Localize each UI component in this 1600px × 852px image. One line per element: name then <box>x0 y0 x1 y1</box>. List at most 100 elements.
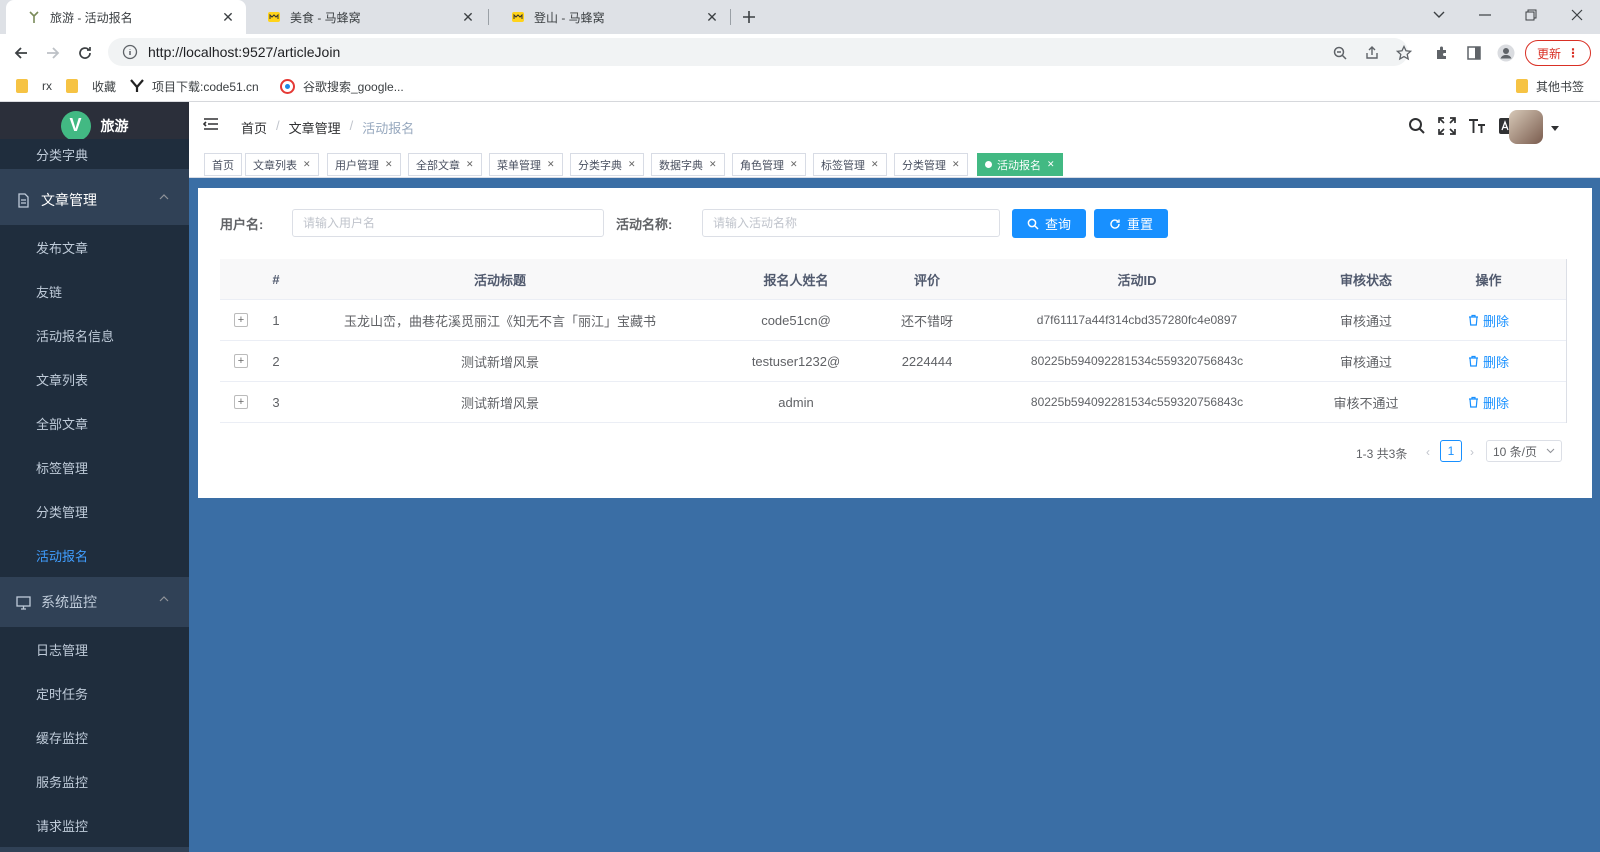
prev-page-icon[interactable]: ‹ <box>1426 445 1430 459</box>
breadcrumb-home[interactable]: 首页 <box>241 118 267 137</box>
sidebar-item-publish-article[interactable]: 发布文章 <box>0 225 189 269</box>
tag-category-management[interactable]: 分类管理 ✕ <box>894 153 968 176</box>
sidebar-item-category-management[interactable]: 分类管理 <box>0 489 189 533</box>
chevron-down-icon <box>1546 448 1555 454</box>
sidebar-item-activity-signup[interactable]: 活动报名 <box>0 533 189 577</box>
browser-tab-1[interactable]: 旅游 - 活动报名 ✕ <box>6 0 246 34</box>
share-icon[interactable] <box>1362 43 1382 63</box>
tag-close-icon[interactable]: ✕ <box>1047 159 1055 170</box>
more-menu-icon[interactable]: ⋮ <box>1567 46 1579 60</box>
col-action: 操作 <box>1475 272 1502 288</box>
search-icon[interactable] <box>1407 116 1427 136</box>
tag-close-icon[interactable]: ✕ <box>952 159 960 170</box>
tag-close-icon[interactable]: ✕ <box>466 159 474 170</box>
tag-close-icon[interactable]: ✕ <box>871 159 879 170</box>
tab-close-icon[interactable]: ✕ <box>704 9 720 25</box>
expand-row-icon[interactable]: + <box>234 354 248 368</box>
tag-menu-management[interactable]: 菜单管理 ✕ <box>489 153 563 176</box>
username-label: 用户名: <box>220 217 264 232</box>
update-button[interactable]: 更新 ⋮ <box>1525 40 1591 66</box>
tag-close-icon[interactable]: ✕ <box>547 159 555 170</box>
browser-tab-3[interactable]: 登山 - 马蜂窝 ✕ <box>490 0 730 34</box>
sidebar-item-activity-signup-info[interactable]: 活动报名信息 <box>0 313 189 357</box>
hamburger-icon[interactable] <box>203 116 219 132</box>
sidebar-item-scheduled-tasks[interactable]: 定时任务 <box>0 671 189 715</box>
bookmark-google-search[interactable]: 谷歌搜索_google... <box>280 76 404 96</box>
extensions-icon[interactable] <box>1432 43 1452 63</box>
query-button[interactable]: 查询 <box>1012 209 1086 238</box>
site-info-icon[interactable] <box>122 44 138 60</box>
delete-button[interactable]: 删除 <box>1468 311 1509 330</box>
sidebar-item-tag-management[interactable]: 标签管理 <box>0 445 189 489</box>
page-number-button[interactable]: 1 <box>1440 440 1462 462</box>
tag-all-articles[interactable]: 全部文章 ✕ <box>408 153 482 176</box>
next-page-icon[interactable]: › <box>1470 445 1474 459</box>
breadcrumb-article-management[interactable]: 文章管理 <box>289 118 341 137</box>
expand-row-icon[interactable]: + <box>234 313 248 327</box>
tags-view: 首页 文章列表 ✕ 用户管理 ✕ 全部文章 ✕ 菜单管理 ✕ 分类字典 ✕ 数据字典 ✕ 角… <box>189 150 1600 178</box>
close-window-icon[interactable] <box>1554 0 1600 30</box>
folder-icon <box>66 79 78 93</box>
sidebar-group-article[interactable]: 文章管理 <box>0 175 189 225</box>
sidebar-item-request-monitor[interactable]: 请求监控 <box>0 803 189 847</box>
tag-close-icon[interactable]: ✕ <box>628 159 636 170</box>
tag-close-icon[interactable]: ✕ <box>385 159 393 170</box>
sidebar-item-cache-monitor[interactable]: 缓存监控 <box>0 715 189 759</box>
page-size-select[interactable]: 10 条/页 <box>1486 440 1562 462</box>
username-input[interactable] <box>292 209 604 237</box>
tag-category-dict[interactable]: 分类字典 ✕ <box>570 153 644 176</box>
caret-down-icon[interactable] <box>1551 126 1559 131</box>
delete-button[interactable]: 删除 <box>1468 352 1509 371</box>
tag-home[interactable]: 首页 <box>204 153 242 176</box>
tag-close-icon[interactable]: ✕ <box>303 159 311 170</box>
tag-label: 分类字典 <box>578 159 622 172</box>
bookmark-other[interactable]: 其他书签 <box>1516 76 1584 96</box>
col-name: 报名人姓名 <box>763 272 829 288</box>
zoom-icon[interactable] <box>1330 43 1350 63</box>
new-tab-icon[interactable] <box>738 6 760 28</box>
bookmark-code51[interactable]: 项目下载:code51.cn <box>130 76 259 96</box>
forward-arrow-icon[interactable] <box>40 40 66 66</box>
tag-user-management[interactable]: 用户管理 ✕ <box>327 153 401 176</box>
tab-search-chevron-icon[interactable] <box>1416 0 1462 30</box>
reload-icon[interactable] <box>72 40 98 66</box>
bookmark-star-icon[interactable] <box>1394 43 1414 63</box>
browser-tab-2[interactable]: 美食 - 马蜂窝 ✕ <box>246 0 486 34</box>
tag-tag-management[interactable]: 标签管理 ✕ <box>813 153 887 176</box>
activity-name-input[interactable] <box>702 209 1000 237</box>
tag-activity-signup[interactable]: 活动报名 ✕ <box>977 153 1063 176</box>
tag-article-list[interactable]: 文章列表 ✕ <box>245 153 319 176</box>
tag-close-icon[interactable]: ✕ <box>790 159 798 170</box>
minimize-icon[interactable] <box>1462 0 1508 30</box>
tag-data-dict[interactable]: 数据字典 ✕ <box>651 153 725 176</box>
fullscreen-icon[interactable] <box>1437 116 1457 136</box>
sidebar-item-log-management[interactable]: 日志管理 <box>0 627 189 671</box>
back-arrow-icon[interactable] <box>8 40 34 66</box>
mafengwo-favicon-icon <box>510 9 526 25</box>
active-dot-icon <box>985 161 992 168</box>
sidebar-group-monitor[interactable]: 系统监控 <box>0 577 189 627</box>
sidebar-item-article-list[interactable]: 文章列表 <box>0 357 189 401</box>
restore-icon[interactable] <box>1508 0 1554 30</box>
sidebar-item-service-monitor[interactable]: 服务监控 <box>0 759 189 803</box>
tag-role-management[interactable]: 角色管理 ✕ <box>732 153 806 176</box>
url-text: http://localhost:9527/articleJoin <box>148 44 341 60</box>
browser-tab-bar: 旅游 - 活动报名 ✕ 美食 - 马蜂窝 ✕ 登山 - 马蜂窝 ✕ <box>0 0 1600 34</box>
reset-button[interactable]: 重置 <box>1094 209 1168 238</box>
bookmark-favorites[interactable]: 收藏 <box>66 76 116 96</box>
tab-close-icon[interactable]: ✕ <box>220 9 236 25</box>
url-field[interactable]: http://localhost:9527/articleJoin <box>108 38 1408 66</box>
font-size-icon[interactable] <box>1467 116 1487 136</box>
sidebar-item-friend-links[interactable]: 友链 <box>0 269 189 313</box>
bookmark-rx[interactable]: rx <box>16 76 52 96</box>
sidebar-item-category-dict[interactable]: 分类字典 <box>0 139 189 169</box>
delete-button[interactable]: 删除 <box>1468 393 1509 412</box>
expand-row-icon[interactable]: + <box>234 395 248 409</box>
tab-close-icon[interactable]: ✕ <box>460 9 476 25</box>
tag-close-icon[interactable]: ✕ <box>709 159 717 170</box>
side-panel-icon[interactable] <box>1464 43 1484 63</box>
sidebar-item-all-articles[interactable]: 全部文章 <box>0 401 189 445</box>
avatar[interactable] <box>1509 110 1543 144</box>
profile-icon[interactable] <box>1496 43 1516 63</box>
col-status: 审核状态 <box>1339 272 1392 288</box>
